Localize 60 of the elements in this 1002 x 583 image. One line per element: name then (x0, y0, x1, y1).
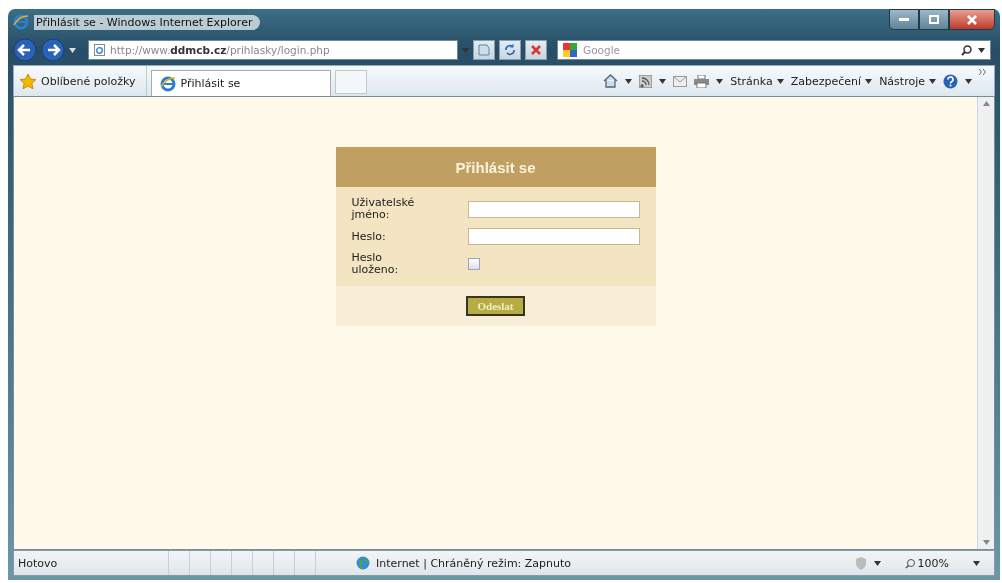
feed-icon[interactable] (639, 74, 653, 88)
caret-icon[interactable] (965, 78, 972, 84)
maximize-icon (929, 15, 939, 24)
page-icon (94, 44, 105, 56)
minimize-button[interactable] (889, 9, 919, 30)
caret-icon[interactable] (873, 560, 881, 566)
maximize-button[interactable] (919, 9, 949, 30)
field-label: Uživatelské jméno: (351, 197, 416, 221)
refresh-button[interactable] (499, 40, 521, 60)
minimize-icon (899, 18, 909, 21)
password-field[interactable] (467, 228, 640, 245)
close-button[interactable] (949, 9, 995, 30)
status-text: Hotovo (17, 556, 59, 570)
help-icon[interactable] (943, 73, 958, 89)
history-caret-icon[interactable] (69, 47, 76, 53)
close-icon (531, 45, 541, 55)
mail-icon[interactable] (673, 75, 688, 87)
globe-icon (356, 556, 370, 570)
back-button[interactable] (13, 38, 37, 62)
search-caret-icon[interactable] (978, 47, 985, 53)
search-icon[interactable] (961, 44, 972, 56)
window-title: Přihlásit se - Windows Internet Explorer (34, 14, 261, 30)
zoom-icon (904, 557, 916, 569)
caret-icon[interactable] (973, 560, 980, 566)
star-icon (20, 73, 36, 89)
caret-icon[interactable] (776, 78, 784, 84)
address-field[interactable]: http://www.ddmcb.cz/prihlasky/login.php (88, 40, 458, 60)
chevron-icon[interactable] (979, 69, 986, 75)
favorites-label: Oblíbené položky (41, 74, 136, 88)
refresh-icon (504, 44, 516, 56)
printer-icon[interactable] (694, 74, 710, 88)
caret-icon[interactable] (659, 78, 667, 84)
login-header: Přihlásit se (335, 147, 656, 187)
caret-icon[interactable] (625, 78, 633, 84)
forward-button[interactable] (41, 38, 65, 62)
page-logo-icon (159, 75, 176, 92)
caret-icon[interactable] (929, 78, 936, 84)
field-label: Heslo: (351, 230, 387, 243)
scrollbar[interactable] (977, 97, 994, 549)
menu-button[interactable]: Nástroje (879, 74, 936, 88)
search-provider-icon (563, 43, 577, 57)
search-placeholder: Google (583, 44, 622, 56)
torn-page-icon (478, 44, 490, 56)
zoom-button[interactable]: 100% (904, 556, 949, 570)
username-field[interactable] (467, 200, 640, 218)
caret-icon[interactable] (716, 78, 724, 84)
close-icon (967, 14, 977, 25)
field-label: Heslo uloženo: (351, 252, 400, 276)
stop-button[interactable] (525, 40, 547, 60)
url-text: http://www.ddmcb.cz/prihlasky/login.php (110, 44, 330, 56)
security-zone-text: Internet | Chráněný režim: Zapnuto (376, 556, 572, 570)
home-icon[interactable] (603, 74, 619, 88)
browser-tab[interactable]: Přihlásit se (150, 70, 332, 96)
menu-button[interactable]: Stránka (730, 74, 784, 88)
menu-button[interactable]: Zabezpečení (790, 74, 873, 88)
browser-logo-icon (13, 14, 29, 30)
checkbox[interactable] (467, 258, 480, 270)
scroll-up-icon[interactable] (982, 101, 990, 106)
caret-icon[interactable] (865, 78, 873, 84)
scroll-down-icon[interactable] (982, 540, 990, 545)
